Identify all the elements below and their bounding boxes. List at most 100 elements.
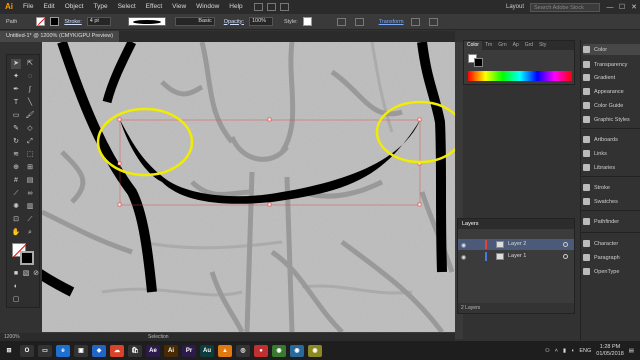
- menu-type[interactable]: Type: [88, 0, 112, 14]
- magic-wand-tool-icon[interactable]: ✦: [11, 72, 21, 82]
- dock-item-libraries[interactable]: Libraries: [583, 162, 640, 173]
- stock-search-input[interactable]: Search Adobe Stock: [530, 2, 600, 12]
- menu-window[interactable]: Window: [191, 0, 224, 14]
- visibility-eye-icon[interactable]: ◉: [461, 253, 466, 264]
- tab-transparency[interactable]: Trn: [482, 41, 495, 50]
- rotate-tool-icon[interactable]: ↻: [11, 137, 21, 147]
- eraser-tool-icon[interactable]: ◇: [25, 124, 35, 134]
- dock-item-artboards[interactable]: Artboards: [583, 134, 640, 145]
- opacity-field[interactable]: 100%: [248, 17, 273, 26]
- people-icon[interactable]: ⚇: [545, 348, 550, 354]
- taskbar-app-13[interactable]: ◎: [236, 344, 250, 357]
- graph-tool-icon[interactable]: ▥: [25, 202, 35, 212]
- dock-item-links[interactable]: Links: [583, 148, 640, 159]
- hand-tool-icon[interactable]: ✋: [11, 228, 21, 238]
- color-mode-icon[interactable]: ■: [11, 269, 21, 279]
- taskbar-app-10[interactable]: Pr: [182, 344, 196, 357]
- pencil-tool-icon[interactable]: ✎: [11, 124, 21, 134]
- bridge-icon[interactable]: [253, 3, 263, 11]
- mesh-tool-icon[interactable]: #: [11, 176, 21, 186]
- menu-help[interactable]: Help: [224, 0, 247, 14]
- width-tool-icon[interactable]: ≋: [11, 150, 21, 160]
- perspective-grid-tool-icon[interactable]: ⊞: [25, 163, 35, 173]
- taskbar-app-0[interactable]: ⊞: [2, 344, 16, 357]
- workspace-switcher[interactable]: Layout: [506, 4, 524, 10]
- align-icon[interactable]: [354, 17, 364, 26]
- taskbar-app-11[interactable]: Au: [200, 344, 214, 357]
- dock-item-color[interactable]: Color: [583, 44, 640, 55]
- taskbar-app-1[interactable]: O: [20, 344, 34, 357]
- taskbar-app-16[interactable]: ◉: [290, 344, 304, 357]
- arrange-documents-icon[interactable]: [279, 3, 289, 11]
- lasso-tool-icon[interactable]: ◌: [25, 72, 35, 82]
- stroke-panel-link[interactable]: Stroke:: [64, 19, 81, 25]
- variable-width-profile[interactable]: [127, 17, 166, 26]
- dock-item-paragraph[interactable]: Paragraph: [583, 252, 640, 263]
- clock[interactable]: 1:28 PM 01/05/2018: [596, 344, 624, 358]
- layer-target-icon[interactable]: [563, 242, 568, 247]
- dock-item-opentype[interactable]: OpenType: [583, 266, 640, 277]
- dock-item-stroke[interactable]: Stroke: [583, 182, 640, 193]
- fill-swatch[interactable]: [36, 17, 46, 26]
- chevron-up-icon[interactable]: ˄: [555, 348, 558, 354]
- taskbar-app-6[interactable]: ☁: [110, 344, 124, 357]
- symbol-sprayer-tool-icon[interactable]: ✺: [11, 202, 21, 212]
- graphic-style-swatch[interactable]: [302, 17, 312, 26]
- dock-item-pathfinder[interactable]: Pathfinder: [583, 216, 640, 227]
- tab-graphic-styles[interactable]: Grd: [522, 41, 536, 50]
- layer-name[interactable]: Layer 2: [508, 239, 526, 250]
- transform-link[interactable]: Transform: [379, 19, 404, 25]
- stroke-box[interactable]: [20, 251, 34, 265]
- taskbar-app-15[interactable]: ◉: [272, 344, 286, 357]
- tab-color[interactable]: Color: [464, 41, 482, 50]
- taskbar-app-7[interactable]: 🛍: [128, 344, 142, 357]
- selection-tool-icon[interactable]: ➤: [11, 59, 21, 69]
- menu-select[interactable]: Select: [113, 0, 141, 14]
- document-tab[interactable]: Untitled-1* @ 1200% (CMYK/GPU Preview): [0, 31, 120, 42]
- panel-menu-icon[interactable]: [428, 17, 438, 26]
- brush-definition[interactable]: Basic: [174, 17, 215, 26]
- layer-row[interactable]: ◉ Layer 2: [458, 239, 574, 250]
- tab-appearance[interactable]: Ap: [510, 41, 522, 50]
- menu-view[interactable]: View: [167, 0, 191, 14]
- gradient-mode-icon[interactable]: ▧: [21, 269, 31, 279]
- pen-tool-icon[interactable]: ✒: [11, 85, 21, 95]
- recolor-artwork-icon[interactable]: [336, 17, 346, 26]
- taskbar-app-14[interactable]: ●: [254, 344, 268, 357]
- menu-edit[interactable]: Edit: [38, 0, 59, 14]
- taskbar-app-9[interactable]: Ai: [164, 344, 178, 357]
- volume-icon[interactable]: ◖: [571, 348, 574, 354]
- blend-tool-icon[interactable]: ∞: [25, 189, 35, 199]
- curvature-tool-icon[interactable]: ∫: [25, 85, 35, 95]
- direct-selection-tool-icon[interactable]: ⇱: [25, 59, 35, 69]
- screen-mode-icon[interactable]: ▢: [11, 295, 21, 305]
- stock-icon[interactable]: [266, 3, 276, 11]
- language-indicator[interactable]: ENG: [579, 348, 591, 354]
- rectangle-tool-icon[interactable]: ▭: [11, 111, 21, 121]
- dock-item-graphic-styles[interactable]: Graphic Styles: [583, 114, 640, 125]
- line-tool-icon[interactable]: ╲: [25, 98, 35, 108]
- menu-file[interactable]: File: [18, 0, 38, 14]
- free-transform-tool-icon[interactable]: ⬚: [25, 150, 35, 160]
- zoom-level[interactable]: 1200%: [4, 333, 20, 341]
- dock-item-gradient[interactable]: Gradient: [583, 72, 640, 83]
- tab-gradient[interactable]: Grn: [495, 41, 509, 50]
- zoom-tool-icon[interactable]: ⌕: [25, 228, 35, 238]
- gradient-tool-icon[interactable]: ▤: [25, 176, 35, 186]
- draw-mode-icon[interactable]: ◐: [11, 282, 21, 292]
- close-button[interactable]: ✕: [628, 3, 640, 11]
- minimize-button[interactable]: —: [604, 4, 616, 11]
- taskbar-app-3[interactable]: e: [56, 344, 70, 357]
- paintbrush-tool-icon[interactable]: 🖌: [25, 111, 35, 121]
- dock-item-appearance[interactable]: Appearance: [583, 86, 640, 97]
- taskbar-app-4[interactable]: ▣: [74, 344, 88, 357]
- layer-target-icon[interactable]: [563, 254, 568, 259]
- taskbar-app-5[interactable]: ◆: [92, 344, 106, 357]
- dock-item-transparency[interactable]: Transparency: [583, 59, 640, 70]
- dock-item-swatches[interactable]: Swatches: [583, 196, 640, 207]
- menu-object[interactable]: Object: [60, 0, 89, 14]
- notifications-icon[interactable]: ▤: [629, 348, 634, 354]
- maximize-button[interactable]: ☐: [616, 3, 628, 11]
- shape-builder-tool-icon[interactable]: ⊕: [11, 163, 21, 173]
- dock-item-color-guide[interactable]: Color Guide: [583, 100, 640, 111]
